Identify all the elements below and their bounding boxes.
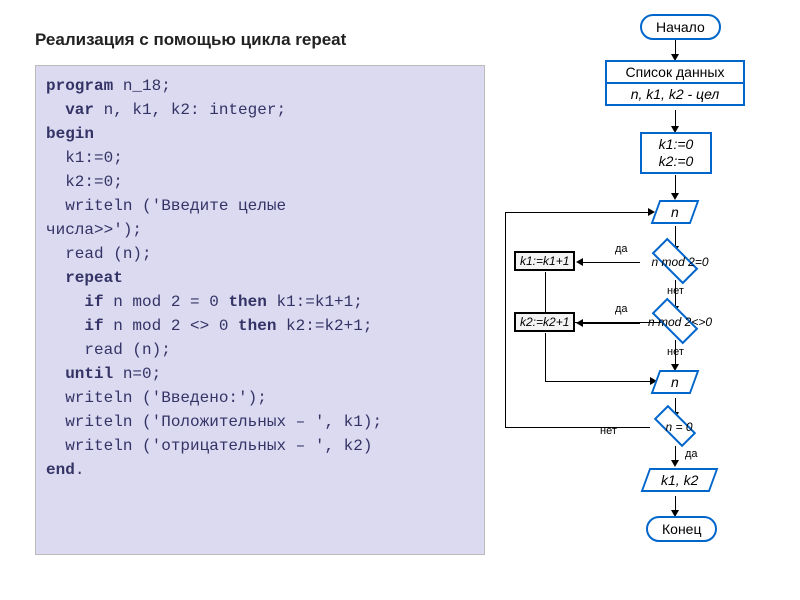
flow-output: k1, k2 xyxy=(641,468,719,492)
flow-cond2-no: нет xyxy=(667,346,684,358)
code-panel: program n_18; var n, k1, k2: integer; be… xyxy=(35,65,485,555)
flow-assign-k2: k2:=k2+1 xyxy=(514,312,575,332)
flow-datalist: Список данных n, k1, k2 - цел xyxy=(605,60,745,106)
flow-output-label: k1, k2 xyxy=(661,472,698,488)
flow-end: Конец xyxy=(646,516,717,542)
flow-end-label: Конец xyxy=(662,521,701,537)
flow-start-label: Начало xyxy=(656,19,705,35)
flow-cond2-shape xyxy=(652,298,699,345)
flow-input-n2: n xyxy=(651,370,700,394)
flow-start: Начало xyxy=(640,14,721,40)
slide-title: Реализация с помощью цикла repeat xyxy=(35,30,395,50)
flow-datalist-title: Список данных xyxy=(607,62,743,84)
flow-cond1-no: нет xyxy=(667,285,684,297)
flow-cond3-yes: да xyxy=(685,448,698,460)
flow-input-n2-label: n xyxy=(671,374,679,390)
flow-input-n1-label: n xyxy=(671,204,679,220)
flow-init2: k2:=0 xyxy=(650,153,702,170)
flow-assign-k1: k1:=k1+1 xyxy=(514,251,575,271)
flowchart: Начало Список данных n, k1, k2 - цел k1:… xyxy=(500,10,800,590)
flow-datalist-vars: n, k1, k2 - цел xyxy=(607,84,743,104)
flow-init: k1:=0 k2:=0 xyxy=(640,132,712,174)
flow-cond3-shape xyxy=(654,405,696,447)
flow-cond1-shape xyxy=(652,238,699,285)
flow-input-n1: n xyxy=(651,200,700,224)
flow-cond2-yes: да xyxy=(615,303,628,315)
flow-init1: k1:=0 xyxy=(650,136,702,153)
flow-cond1-yes: да xyxy=(615,243,628,255)
